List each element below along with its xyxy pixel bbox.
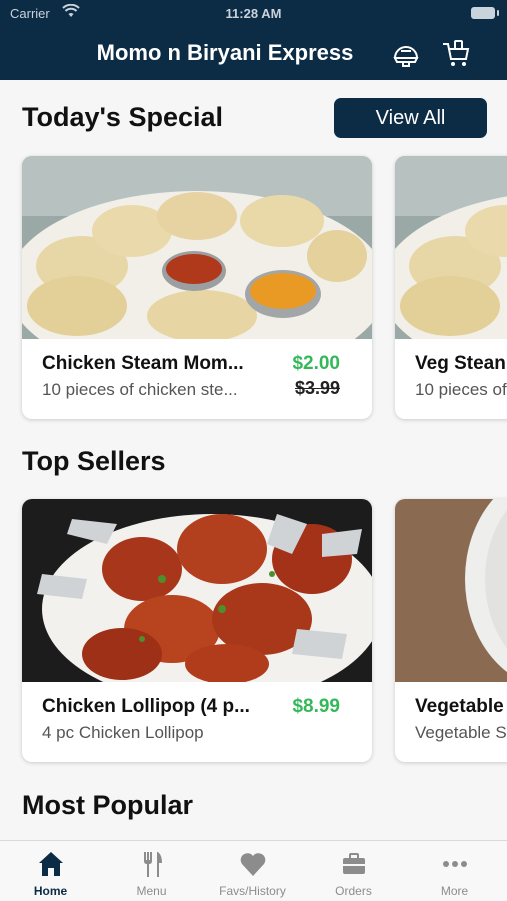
item-name: Chicken Steam Mom... <box>42 353 244 374</box>
item-name: Chicken Lollipop (4 p... <box>42 696 250 717</box>
momo-photo <box>395 156 507 339</box>
item-description: 10 pieces of <box>415 380 507 399</box>
item-description: 10 pieces of chicken ste... <box>42 380 238 399</box>
tab-orders[interactable]: Orders <box>303 841 404 901</box>
nav-bar: Momo n Biryani Express <box>0 28 507 80</box>
item-price: $2.00 <box>292 353 340 374</box>
tab-label: Orders <box>335 884 372 898</box>
helmet-icon[interactable] <box>390 38 422 70</box>
status-bar: Carrier 11:28 AM <box>0 0 507 28</box>
top-seller-card[interactable]: Chicken Lollipop (4 p... 4 pc Chicken Lo… <box>22 499 372 762</box>
more-dots-icon <box>443 861 467 867</box>
briefcase-icon <box>343 853 365 874</box>
momo-photo <box>22 156 372 339</box>
heart-icon <box>240 853 266 876</box>
top-sellers-title: Top Sellers <box>22 446 166 476</box>
tab-label: Favs/History <box>219 884 286 898</box>
view-all-button[interactable]: View All <box>334 98 487 138</box>
app-title: Momo n Biryani Express <box>96 40 354 65</box>
home-content[interactable]: Today's Special View All Chicken Steam M… <box>0 80 507 840</box>
chicken-lollipop-photo <box>22 499 372 682</box>
item-price: $8.99 <box>292 696 340 717</box>
most-popular-title: Most Popular <box>22 790 194 820</box>
tab-menu[interactable]: Menu <box>101 841 202 901</box>
item-name: Veg Stean <box>415 353 506 374</box>
tab-bar: Home Menu Favs/History Orders More <box>0 840 507 900</box>
top-seller-card[interactable]: Vegetable Vegetable S <box>395 499 507 762</box>
item-name: Vegetable <box>415 696 504 717</box>
cart-icon[interactable] <box>440 38 472 70</box>
tab-label: Menu <box>136 884 167 898</box>
special-item-card[interactable]: Chicken Steam Mom... 10 pieces of chicke… <box>22 156 372 419</box>
home-icon <box>39 852 63 876</box>
clock: 11:28 AM <box>225 6 282 21</box>
tab-more[interactable]: More <box>404 841 505 901</box>
tab-home[interactable]: Home <box>0 841 101 901</box>
tab-label: More <box>440 884 469 898</box>
fork-knife-icon <box>144 852 162 877</box>
todays-special-title: Today's Special <box>22 102 223 132</box>
vegetable-dish-photo <box>395 499 507 682</box>
tab-favs-history[interactable]: Favs/History <box>202 841 303 901</box>
item-description: Vegetable S <box>415 723 507 742</box>
battery-icon <box>471 7 499 19</box>
item-original-price: $3.99 <box>294 378 340 398</box>
special-item-card[interactable]: Veg Stean 10 pieces of <box>395 156 507 419</box>
item-description: 4 pc Chicken Lollipop <box>42 723 204 742</box>
tab-label: Home <box>33 884 68 898</box>
